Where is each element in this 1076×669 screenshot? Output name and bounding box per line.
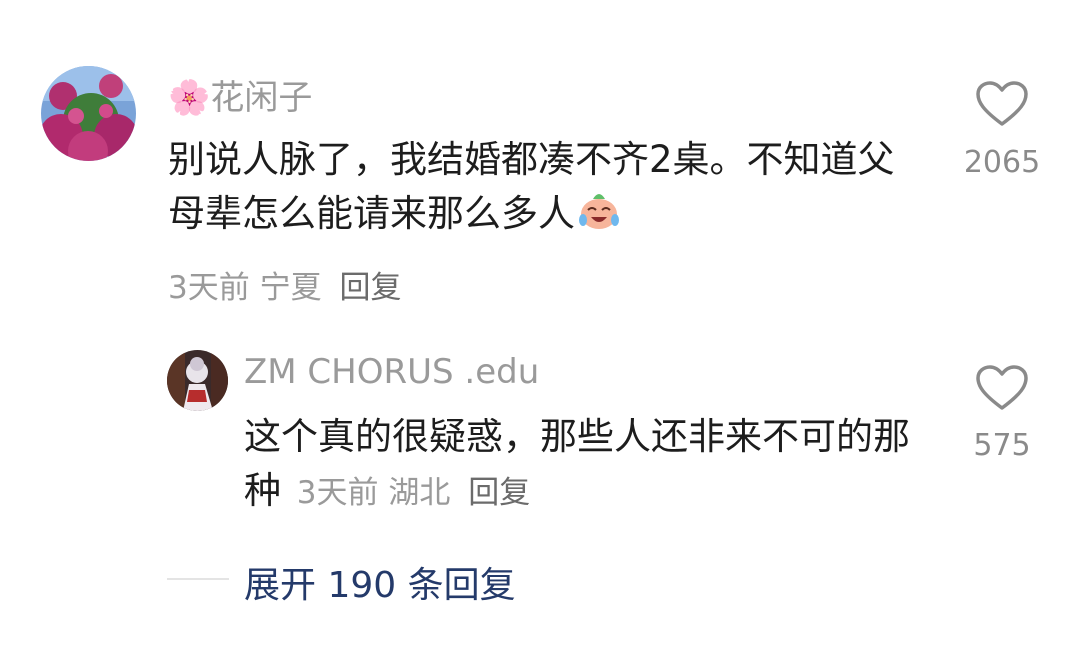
- reply-button[interactable]: 回复: [339, 270, 401, 306]
- comment-body: 别说人脉了，我结婚都凑不齐2桌。不知道父母辈怎么能请来那么多人: [168, 133, 913, 247]
- comment-meta: 3天前 宁夏 回复: [168, 262, 401, 307]
- comment-location: 宁夏: [259, 270, 322, 306]
- like-count: 2065: [963, 145, 1041, 180]
- reply-meta: 3天前 湖北 回复: [297, 475, 530, 511]
- expand-replies-button[interactable]: 展开 190 条回复: [244, 556, 516, 608]
- username[interactable]: 🌸花闲子: [168, 70, 312, 119]
- comment-thread: 🌸花闲子 别说人脉了，我结婚都凑不齐2桌。不知道父母辈怎么能请来那么多人 3天前…: [0, 0, 1076, 669]
- expand-divider: [167, 578, 229, 580]
- reply-body: 这个真的很疑惑，那些人还非来不可的那种 3天前 湖北 回复: [244, 410, 934, 520]
- reply-reply-button[interactable]: 回复: [468, 475, 530, 511]
- comment-time: 3天前: [168, 270, 250, 306]
- username-label: 花闲子: [210, 78, 313, 118]
- reply-like-heart-icon[interactable]: [975, 364, 1029, 416]
- reply-time: 3天前: [296, 475, 379, 511]
- reply-user-avatar[interactable]: [167, 350, 228, 411]
- reply-like-count: 575: [973, 428, 1031, 463]
- comment-text: 别说人脉了，我结婚都凑不齐2桌。不知道父母辈怎么能请来那么多人: [168, 138, 895, 235]
- reply-location: 湖北: [388, 475, 451, 511]
- user-avatar[interactable]: [41, 66, 136, 161]
- crying-laughing-face-icon: [577, 190, 621, 247]
- cherry-blossom-emoji: 🌸: [168, 78, 211, 118]
- like-heart-icon[interactable]: [975, 80, 1029, 132]
- reply-username[interactable]: ZM CHORUS .edu: [244, 352, 539, 392]
